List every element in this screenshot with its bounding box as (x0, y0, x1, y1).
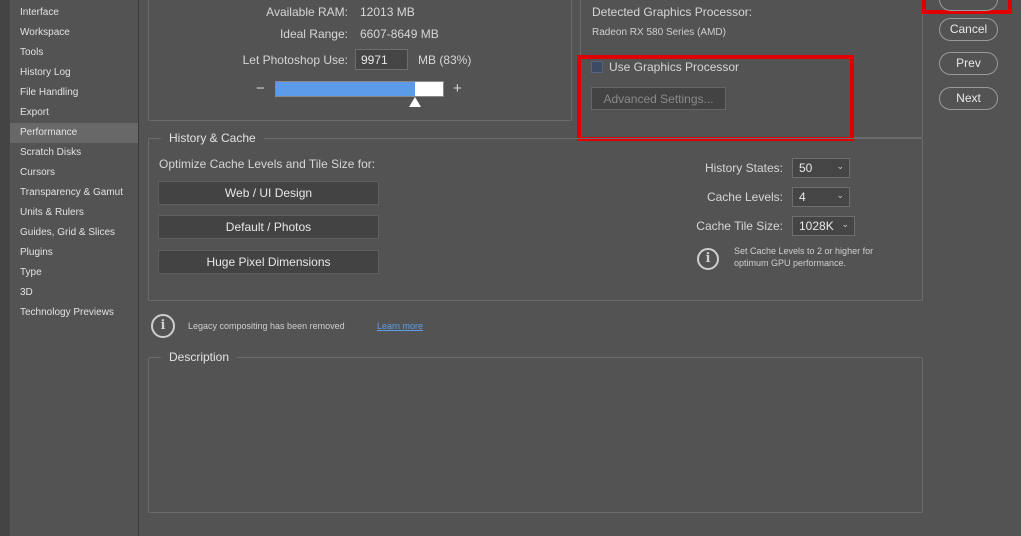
sidebar-item-export[interactable]: Export (10, 103, 138, 123)
next-button[interactable]: Next (939, 87, 998, 110)
cache-tile-size-value: 1028K (799, 219, 834, 233)
sidebar-item-technology-previews[interactable]: Technology Previews (10, 303, 138, 323)
ram-slider-track[interactable] (275, 81, 444, 97)
chevron-down-icon: ⌄ (841, 219, 849, 229)
sidebar-item-interface[interactable]: Interface (10, 3, 138, 23)
sidebar-item-file-handling[interactable]: File Handling (10, 83, 138, 103)
ram-unit-label: MB (83%) (418, 53, 472, 67)
ideal-range-label: Ideal Range: (279, 27, 348, 41)
history-cache-title: History & Cache (161, 131, 264, 145)
detected-gpu-value: Radeon RX 580 Series (AMD) (592, 27, 726, 38)
available-ram-value: 12013 MB (360, 5, 415, 19)
sidebar-item-history-log[interactable]: History Log (10, 63, 138, 83)
preset-huge-pixel-button[interactable]: Huge Pixel Dimensions (158, 250, 379, 274)
prev-button[interactable]: Prev (939, 52, 998, 75)
ok-button[interactable] (939, 0, 998, 11)
cache-hint-line1: Set Cache Levels to 2 or higher for (734, 246, 874, 256)
chevron-down-icon: ⌄ (836, 161, 844, 171)
cache-levels-label: Cache Levels: (706, 190, 783, 204)
ram-slider-fill (276, 82, 415, 96)
sidebar-item-performance[interactable]: Performance (10, 123, 138, 143)
legacy-compositing-notice: Legacy compositing has been removed (188, 321, 345, 331)
ram-decrease-button[interactable]: − (256, 80, 265, 97)
let-photoshop-use-label: Let Photoshop Use: (242, 53, 348, 67)
chevron-down-icon: ⌄ (836, 190, 844, 200)
preferences-sidebar: Interface Workspace Tools History Log Fi… (10, 0, 139, 536)
history-states-label: History States: (704, 161, 783, 175)
sidebar-item-plugins[interactable]: Plugins (10, 243, 138, 263)
cache-levels-select[interactable]: 4 ⌄ (792, 187, 850, 207)
description-title: Description (161, 350, 238, 364)
sidebar-item-units-rulers[interactable]: Units & Rulers (10, 203, 138, 223)
sidebar-item-type[interactable]: Type (10, 263, 138, 283)
highlight-box-gpu (577, 55, 854, 141)
cache-tile-size-label: Cache Tile Size: (696, 219, 783, 233)
history-states-value: 50 (799, 161, 813, 175)
preset-web-ui-button[interactable]: Web / UI Design (158, 181, 379, 205)
learn-more-link[interactable]: Learn more (377, 321, 423, 331)
sidebar-item-cursors[interactable]: Cursors (10, 163, 138, 183)
available-ram-label: Available RAM: (266, 5, 348, 19)
sidebar-item-workspace[interactable]: Workspace (10, 23, 138, 43)
sidebar-item-tools[interactable]: Tools (10, 43, 138, 63)
cache-levels-value: 4 (799, 190, 806, 204)
ram-slider-thumb[interactable] (409, 97, 422, 107)
ram-amount-input[interactable]: 9971 (355, 49, 408, 70)
sidebar-item-scratch-disks[interactable]: Scratch Disks (10, 143, 138, 163)
cancel-button[interactable]: Cancel (939, 18, 998, 41)
description-panel: Description (148, 350, 923, 513)
ram-increase-button[interactable]: + (453, 80, 462, 97)
ideal-range-value: 6607-8649 MB (360, 27, 439, 41)
sidebar-item-3d[interactable]: 3D (10, 283, 138, 303)
window-left-edge (0, 0, 10, 536)
cache-tile-size-select[interactable]: 1028K ⌄ (792, 216, 855, 236)
cache-hint-line2: optimum GPU performance. (734, 258, 847, 268)
info-icon: i (151, 314, 175, 338)
detected-gpu-label: Detected Graphics Processor: (592, 5, 753, 19)
sidebar-item-guides-grid-slices[interactable]: Guides, Grid & Slices (10, 223, 138, 243)
preset-default-photos-button[interactable]: Default / Photos (158, 215, 379, 239)
info-icon: i (697, 248, 719, 270)
sidebar-item-transparency-gamut[interactable]: Transparency & Gamut (10, 183, 138, 203)
optimize-label: Optimize Cache Levels and Tile Size for: (159, 157, 376, 171)
history-states-select[interactable]: 50 ⌄ (792, 158, 850, 178)
